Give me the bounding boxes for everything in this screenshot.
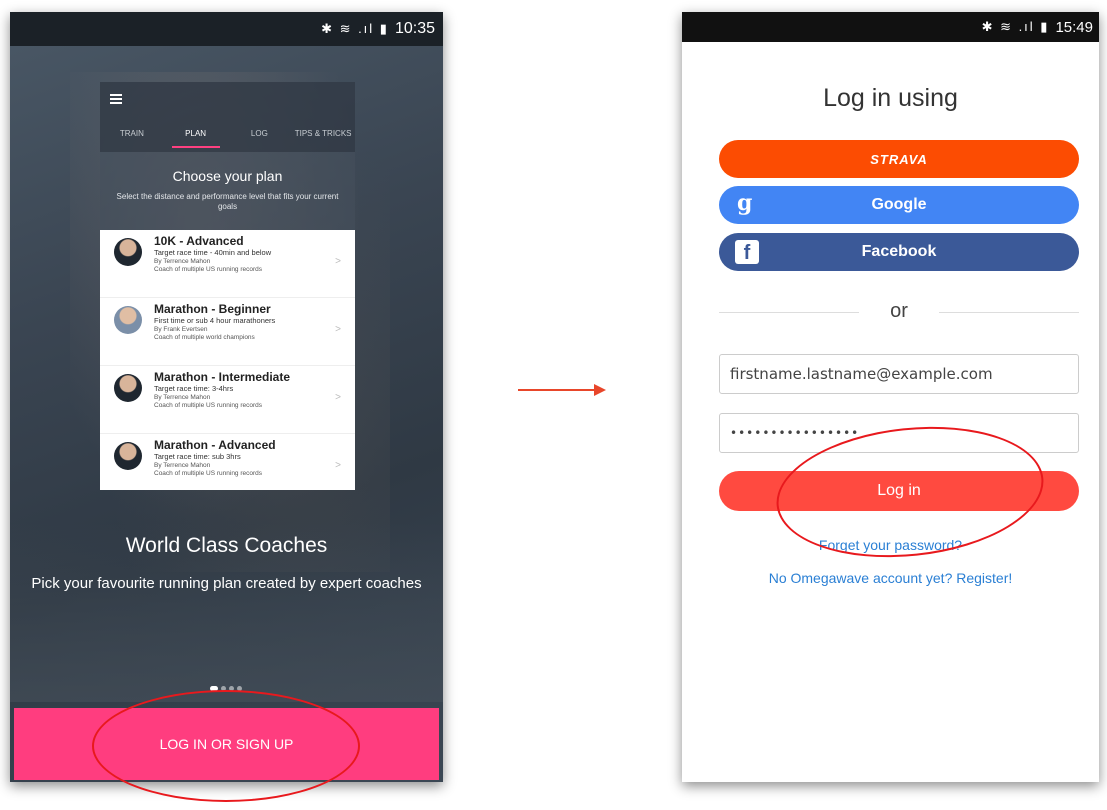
plan-item[interactable]: Marathon - Intermediate Target race time… (100, 366, 355, 434)
plan-description: Target race time: 3-4hrs (154, 384, 234, 393)
google-label: Google (871, 196, 927, 213)
comparison-canvas: ✱ ≋ .ıl ▮ 10:35 TRAIN PLAN LOG TIPS & TR… (0, 0, 1107, 810)
tab-tips-tricks[interactable]: TIPS & TRICKS (291, 120, 355, 148)
page-dot[interactable] (237, 686, 242, 691)
status-bar: ✱ ≋ .ıl ▮ 10:35 (10, 12, 443, 46)
log-in-button[interactable]: Log in (719, 471, 1079, 511)
plan-title: Marathon - Advanced (154, 438, 276, 452)
choose-plan-title: Choose your plan (172, 168, 283, 184)
arrow-right-icon (594, 384, 606, 396)
plan-coach-description: Coach of multiple world champions (154, 334, 255, 341)
left-phone-screen: ✱ ≋ .ıl ▮ 10:35 TRAIN PLAN LOG TIPS & TR… (10, 12, 443, 782)
status-bar: ✱ ≋ .ıl ▮ 15:49 (682, 12, 1099, 42)
chevron-right-icon: > (335, 324, 341, 335)
status-time: 10:35 (394, 20, 435, 37)
page-indicator (210, 686, 242, 691)
plan-coach: By Terrence Mahon (154, 394, 211, 401)
google-icon: g (737, 190, 753, 216)
plan-item[interactable]: Marathon - Advanced Target race time: su… (100, 434, 355, 490)
plan-title: Marathon - Beginner (154, 302, 271, 316)
choose-plan-subtitle: Select the distance and performance leve… (116, 192, 339, 211)
page-dot[interactable] (229, 686, 234, 691)
log-in-or-sign-up-button[interactable]: LOG IN OR SIGN UP (14, 708, 439, 780)
plan-item[interactable]: 10K - Advanced Target race time - 40min … (100, 230, 355, 298)
status-time: 15:49 (1055, 18, 1093, 36)
plan-coach: By Terrence Mahon (154, 258, 211, 265)
plan-description: Target race time: sub 3hrs (154, 452, 241, 461)
plan-title: 10K - Advanced (154, 234, 244, 248)
headline: World Class Coaches (125, 534, 328, 557)
coach-avatar (114, 374, 142, 402)
password-field[interactable]: •••••••••••••••• (719, 413, 1079, 453)
login-title: Log in using (823, 84, 958, 112)
transition-arrow-line (518, 389, 594, 391)
page-dot-active[interactable] (210, 686, 218, 691)
coach-avatar (114, 306, 142, 334)
plan-title: Marathon - Intermediate (154, 370, 291, 384)
register-link[interactable]: No Omegawave account yet? Register! (682, 570, 1099, 586)
plan-description: First time or sub 4 hour marathoners (154, 316, 276, 325)
strava-login-button[interactable]: STRAVA (719, 140, 1079, 178)
tab-plan[interactable]: PLAN (164, 120, 228, 148)
facebook-icon: f (735, 240, 759, 264)
status-icons: ✱ ≋ .ıl ▮ (321, 21, 389, 36)
chevron-right-icon: > (335, 460, 341, 471)
chevron-right-icon: > (335, 392, 341, 403)
status-icons: ✱ ≋ .ıl ▮ (981, 19, 1050, 34)
facebook-login-button[interactable]: f Facebook (719, 233, 1079, 271)
plan-coach-description: Coach of multiple US running records (154, 470, 263, 477)
right-phone-screen: ✱ ≋ .ıl ▮ 15:49 Log in using STRAVA g Go… (682, 12, 1099, 782)
plan-description: Target race time - 40min and below (154, 248, 272, 257)
forgot-password-link[interactable]: Forget your password? (682, 537, 1099, 553)
google-login-button[interactable]: g Google (719, 186, 1079, 224)
subheadline: Pick your favourite running plan created… (31, 575, 422, 592)
plan-item[interactable]: Marathon - Beginner First time or sub 4 … (100, 298, 355, 366)
plan-coach-description: Coach of multiple US running records (154, 402, 263, 409)
email-field[interactable]: firstname.lastname@example.com (719, 354, 1079, 394)
page-dot[interactable] (221, 686, 226, 691)
or-divider: or (719, 300, 1079, 324)
tab-train[interactable]: TRAIN (100, 120, 164, 148)
preview-tabs: TRAIN PLAN LOG TIPS & TRICKS (100, 120, 355, 148)
chevron-right-icon: > (335, 256, 341, 267)
facebook-label: Facebook (861, 243, 937, 260)
hamburger-menu-icon[interactable] (110, 94, 122, 104)
tab-log[interactable]: LOG (228, 120, 292, 148)
plan-coach: By Frank Evertsen (154, 326, 208, 333)
strava-label: STRAVA (870, 151, 928, 167)
coach-avatar (114, 238, 142, 266)
plan-coach: By Terrence Mahon (154, 462, 211, 469)
plan-coach-description: Coach of multiple US running records (154, 266, 263, 273)
preview-toolbar: TRAIN PLAN LOG TIPS & TRICKS (100, 82, 355, 152)
or-label: or (890, 300, 908, 322)
coach-avatar (114, 442, 142, 470)
app-preview-card: TRAIN PLAN LOG TIPS & TRICKS Choose your… (100, 82, 355, 490)
plan-list: 10K - Advanced Target race time - 40min … (100, 230, 355, 490)
